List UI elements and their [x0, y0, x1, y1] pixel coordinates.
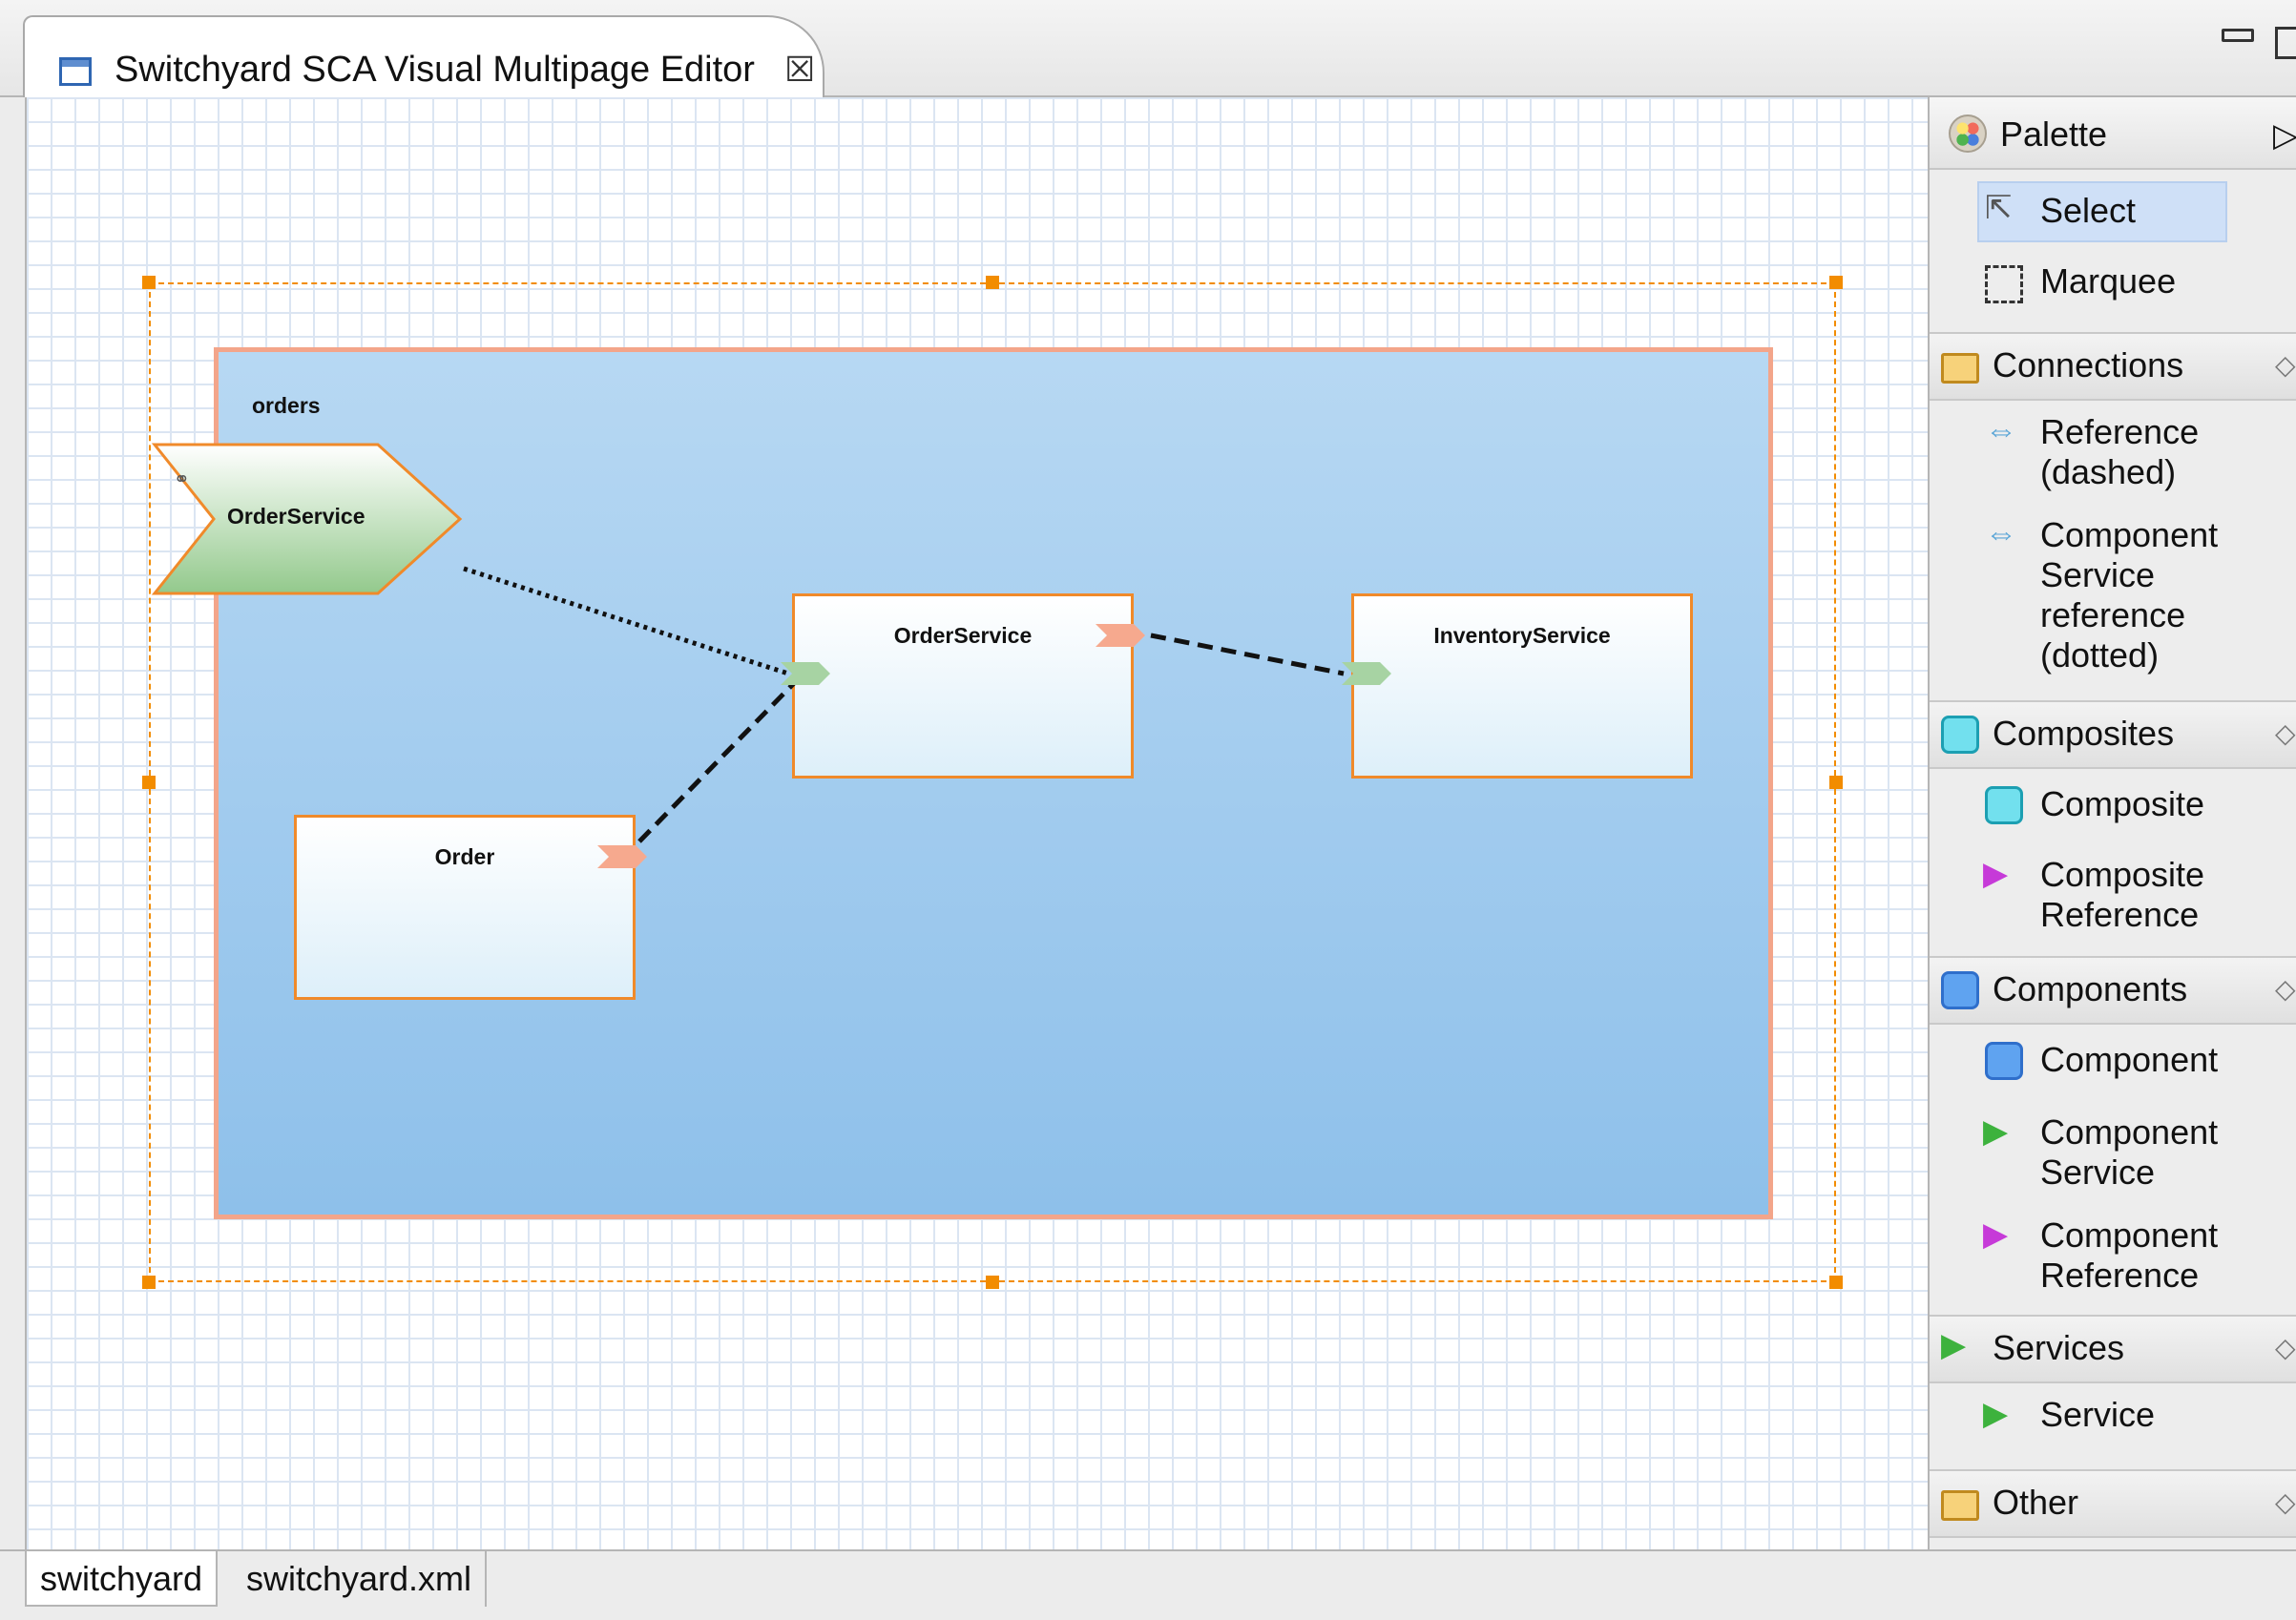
resize-handle-se[interactable]	[1829, 1276, 1843, 1289]
drawer-label: Services	[1993, 1328, 2125, 1367]
page-tab-bar: switchyard switchyard.xml	[0, 1549, 2296, 1620]
tab-switchyard[interactable]: switchyard	[25, 1551, 219, 1607]
pin-icon[interactable]: ◇	[2275, 973, 2296, 1005]
tool-component[interactable]: Component	[2040, 1040, 2218, 1080]
drawer-services[interactable]: ▶ Services ◇	[1930, 1315, 2296, 1383]
folder-icon	[1941, 353, 1979, 384]
resize-handle-ne[interactable]	[1829, 276, 1843, 289]
tool-composite-reference[interactable]: Composite Reference	[2040, 855, 2204, 935]
drawer-composites[interactable]: Composites ◇	[1930, 700, 2296, 769]
tool-reference[interactable]: Reference (dashed)	[2040, 412, 2199, 492]
component-label: OrderService	[893, 623, 1033, 648]
component-label: InventoryService	[1433, 623, 1611, 648]
close-tab-icon[interactable]: ☒	[784, 50, 815, 90]
magenta-chevron-icon: ▶	[1983, 1216, 2009, 1253]
maximize-icon[interactable]	[2275, 27, 2296, 59]
diagram-canvas[interactable]: orders OrderService InventoryService Ord…	[25, 97, 1930, 1549]
resize-handle-e[interactable]	[1829, 776, 1843, 789]
green-chevron-icon: ▶	[1983, 1396, 2009, 1432]
pin-icon[interactable]: ◇	[2275, 1332, 2296, 1363]
link-icon: ⚭	[174, 469, 190, 490]
resize-handle-n[interactable]	[986, 276, 999, 289]
select-tool[interactable]: Select	[2040, 191, 2136, 231]
cyan-square-icon	[1985, 786, 2023, 824]
component-label: Order	[434, 844, 495, 869]
composite-service-label: OrderService	[227, 504, 365, 529]
green-chevron-icon: ▶	[1983, 1113, 2009, 1150]
editor-window-icon	[59, 57, 92, 86]
resize-handle-w[interactable]	[142, 776, 156, 789]
double-arrow-icon: ⇔	[1985, 515, 2017, 551]
tab-switchyard-xml[interactable]: switchyard.xml	[233, 1551, 488, 1607]
resize-handle-sw[interactable]	[142, 1276, 156, 1289]
double-arrow-icon: ⇔	[1985, 412, 2017, 448]
resize-handle-nw[interactable]	[142, 276, 156, 289]
tool-component-reference[interactable]: Component Reference	[2040, 1215, 2218, 1296]
tool-service[interactable]: Service	[2040, 1395, 2155, 1435]
tool-component-service-reference[interactable]: Component Service reference (dotted)	[2040, 515, 2218, 675]
editor-tab-bar: Switchyard SCA Visual Multipage Editor ☒	[0, 0, 2296, 97]
composite-label: orders	[252, 393, 321, 418]
tool-component-service[interactable]: Component Service	[2040, 1112, 2218, 1193]
drawer-connections[interactable]: Connections ◇	[1930, 332, 2296, 401]
editor-frame: Switchyard SCA Visual Multipage Editor ☒…	[0, 0, 2296, 1620]
palette-header: Palette ▷	[1930, 97, 2296, 170]
editor-tab[interactable]: Switchyard SCA Visual Multipage Editor ☒	[23, 15, 824, 97]
drawer-label: Other	[1993, 1483, 2079, 1522]
component-inventory-service[interactable]: InventoryService	[1351, 593, 1693, 779]
pin-icon[interactable]: ◇	[2275, 349, 2296, 381]
palette-title: Palette	[2000, 114, 2108, 154]
drawer-label: Components	[1993, 969, 2188, 1008]
palette-icon	[1949, 114, 1987, 153]
blue-square-icon	[1941, 971, 1979, 1009]
tool-composite[interactable]: Composite	[2040, 784, 2204, 824]
cyan-square-icon	[1941, 716, 1979, 754]
collapse-palette-icon[interactable]: ▷	[2273, 116, 2296, 155]
resize-handle-s[interactable]	[986, 1276, 999, 1289]
editor-tab-title: Switchyard SCA Visual Multipage Editor	[115, 50, 755, 90]
component-order[interactable]: Order	[294, 815, 636, 1000]
marquee-icon	[1985, 265, 2023, 303]
blue-square-icon	[1985, 1042, 2023, 1080]
drawer-label: Connections	[1993, 345, 2184, 384]
magenta-chevron-icon: ▶	[1983, 856, 2009, 892]
pointer-arrow-icon: ⇱	[1985, 190, 2013, 226]
palette-panel: Palette ▷ ⇱ Select Marquee Connections ◇…	[1928, 97, 2296, 1549]
drawer-other[interactable]: Other ◇	[1930, 1469, 2296, 1538]
drawer-label: Composites	[1993, 714, 2175, 753]
pin-icon[interactable]: ◇	[2275, 1486, 2296, 1518]
folder-icon	[1941, 1490, 1979, 1521]
composite-orders[interactable]	[214, 347, 1773, 1219]
drawer-components[interactable]: Components ◇	[1930, 956, 2296, 1025]
pin-icon[interactable]: ◇	[2275, 717, 2296, 749]
green-chevron-icon: ▶	[1941, 1327, 1967, 1363]
marquee-tool[interactable]: Marquee	[2040, 261, 2176, 301]
minimize-icon[interactable]	[2222, 29, 2254, 42]
component-order-service[interactable]: OrderService	[792, 593, 1134, 779]
